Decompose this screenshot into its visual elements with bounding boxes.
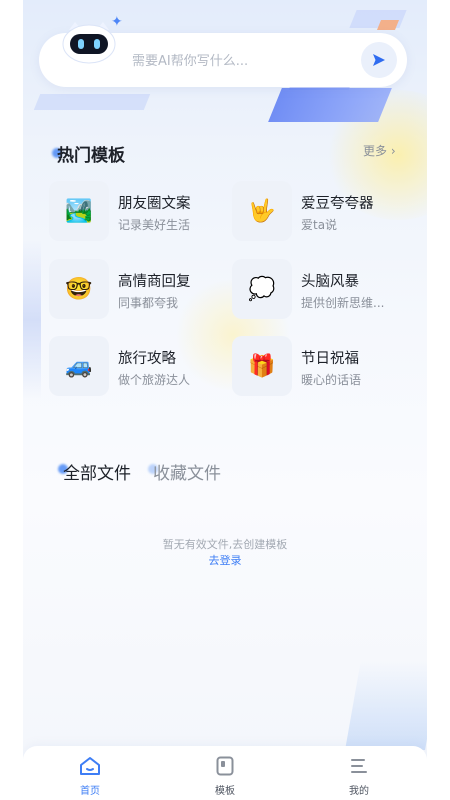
background-shape: [268, 88, 392, 122]
tab-all-files[interactable]: 全部文件: [63, 459, 131, 484]
tab-mine[interactable]: 我的: [329, 756, 389, 797]
background-shape: [23, 240, 41, 400]
nerd-face-icon: 🤓: [49, 259, 109, 319]
tab-favorite-files[interactable]: 收藏文件: [153, 459, 221, 484]
background-shape: [349, 10, 407, 28]
thought-bubble-icon: 💭: [232, 259, 292, 319]
hot-templates-title: 热门模板: [57, 146, 125, 166]
bottom-tab-bar: 首页 模板 我的: [23, 746, 427, 800]
more-templates-link[interactable]: 更多 ›: [363, 142, 396, 159]
login-link[interactable]: 去登录: [23, 552, 427, 568]
tab-home[interactable]: 首页: [60, 756, 120, 797]
template-desc: 提供创新思维...: [301, 296, 385, 310]
template-card[interactable]: 🚙 旅行攻略 做个旅游达人: [49, 336, 229, 398]
template-desc: 暖心的话语: [301, 373, 362, 387]
template-desc: 做个旅游达人: [118, 373, 191, 387]
template-card[interactable]: 💭 头脑风暴 提供创新思维...: [232, 259, 412, 321]
tab-label: 首页: [80, 786, 100, 797]
template-icon: [216, 756, 234, 776]
template-name: 朋友圈文案: [118, 196, 191, 212]
tab-label: 我的: [349, 786, 369, 797]
template-name: 爱豆夸夸器: [301, 196, 374, 212]
robot-mascot-icon: [61, 20, 117, 64]
background-shape: [345, 660, 427, 750]
template-name: 高情商回复: [118, 274, 191, 290]
sparkle-icon: ✦: [111, 14, 123, 30]
template-desc: 同事都夸我: [118, 296, 179, 310]
template-card[interactable]: 🤓 高情商回复 同事都夸我: [49, 259, 229, 321]
template-card[interactable]: 🏞️ 朋友圈文案 记录美好生活: [49, 181, 229, 243]
tab-template[interactable]: 模板: [195, 756, 255, 797]
background-shape: [33, 94, 151, 110]
menu-icon: [351, 759, 367, 773]
car-icon: 🚙: [49, 336, 109, 396]
template-name: 节日祝福: [301, 351, 359, 367]
home-icon: [80, 757, 100, 775]
send-icon: [373, 54, 385, 66]
send-button[interactable]: [361, 42, 397, 78]
template-name: 头脑风暴: [301, 274, 359, 290]
template-card[interactable]: 🎁 节日祝福 暖心的话语: [232, 336, 412, 398]
template-desc: 爱ta说: [301, 218, 338, 232]
background-shape: [376, 20, 400, 30]
ai-prompt-placeholder[interactable]: 需要AI帮你写什么...: [132, 50, 248, 69]
landscape-photo-icon: 🏞️: [49, 181, 109, 241]
tab-label: 模板: [215, 786, 235, 797]
template-name: 旅行攻略: [118, 351, 176, 367]
gift-icon: 🎁: [232, 336, 292, 396]
template-card[interactable]: 🤟 爱豆夸夸器 爱ta说: [232, 181, 412, 243]
empty-state-text: 暂无有效文件,去创建模板: [162, 538, 288, 551]
app-screen: 需要AI帮你写什么... ✦ 热门模板 更多 › 🏞️ 朋友圈文案 记录美好生活…: [23, 0, 427, 800]
template-desc: 记录美好生活: [118, 218, 191, 232]
rock-hand-icon: 🤟: [232, 181, 292, 241]
